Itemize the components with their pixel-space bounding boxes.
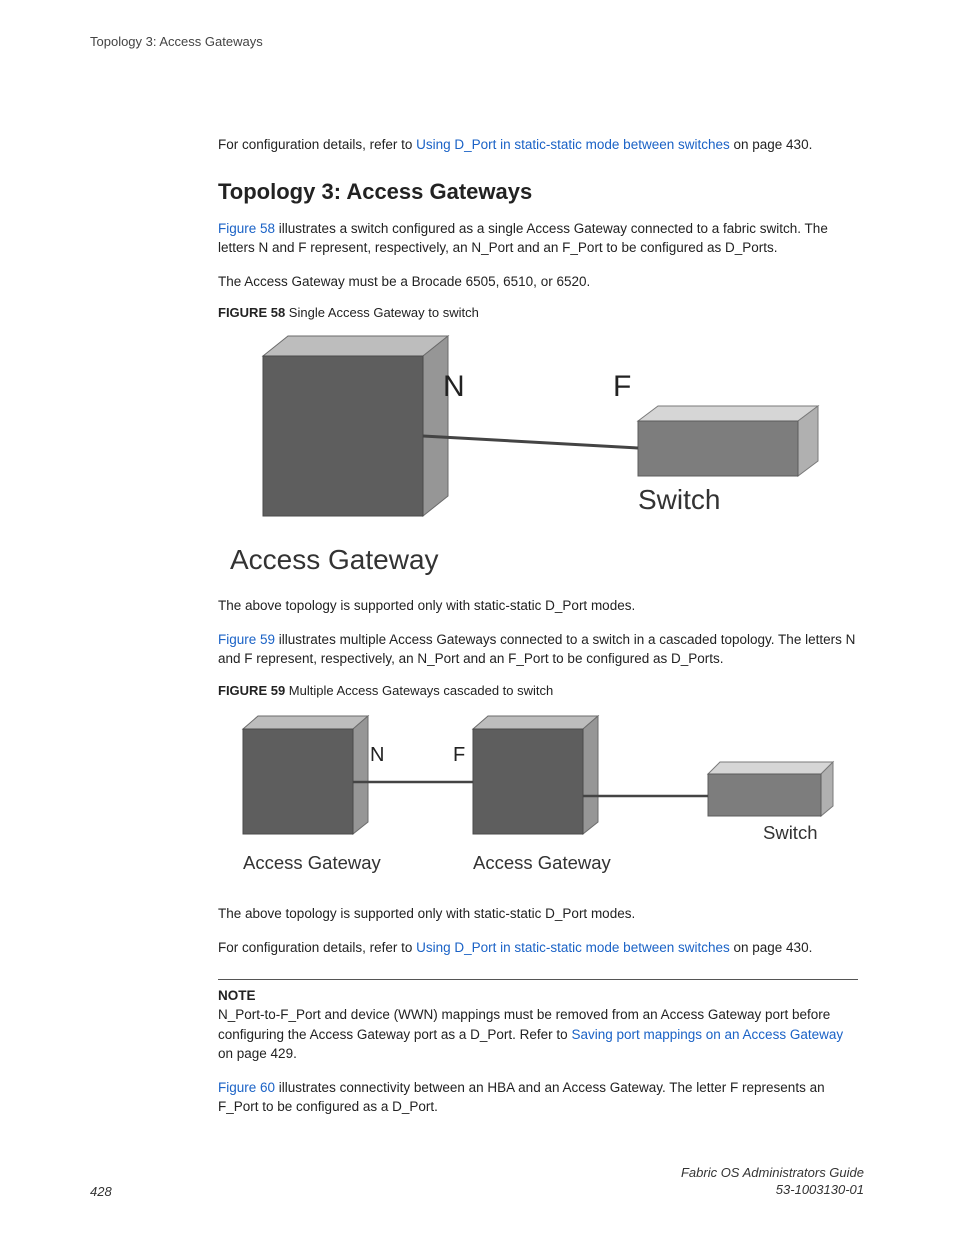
caption-label: FIGURE 59 (218, 683, 285, 698)
paragraph: The Access Gateway must be a Brocade 650… (218, 272, 858, 292)
label-switch: Switch (638, 484, 720, 516)
label-f: F (453, 744, 465, 767)
label-n: N (443, 370, 465, 404)
running-head: Topology 3: Access Gateways (90, 34, 864, 49)
section-heading: Topology 3: Access Gateways (218, 179, 858, 205)
footer-doc-number: 53-1003130-01 (776, 1182, 864, 1197)
text: illustrates multiple Access Gateways con… (218, 632, 855, 667)
page: Topology 3: Access Gateways For configur… (0, 0, 954, 1235)
text: For configuration details, refer to (218, 940, 416, 955)
text: illustrates a switch configured as a sin… (218, 221, 828, 256)
caption-text: Single Access Gateway to switch (285, 305, 479, 320)
link-figure-60[interactable]: Figure 60 (218, 1080, 275, 1095)
separator-line (218, 979, 858, 980)
page-footer: 428 Fabric OS Administrators Guide 53-10… (90, 1164, 864, 1199)
access-gateway-cube-1-icon (243, 716, 368, 834)
text: illustrates connectivity between an HBA … (218, 1080, 825, 1115)
content-area: For configuration details, refer to Usin… (218, 135, 858, 1117)
text: on page 430. (730, 137, 813, 152)
text: on page 429. (218, 1046, 297, 1061)
paragraph: Figure 58 illustrates a switch configure… (218, 219, 858, 258)
label-n: N (370, 744, 384, 767)
figure-59-diagram: N F Switch Access Gateway Access Gateway (218, 704, 858, 894)
figure-58-diagram: N F Switch Access Gateway (218, 326, 858, 586)
label-access-gateway: Access Gateway (230, 544, 439, 576)
access-gateway-cube-icon (263, 336, 448, 516)
label-access-gateway-1: Access Gateway (243, 852, 381, 874)
note-paragraph: N_Port-to-F_Port and device (WWN) mappin… (218, 1005, 858, 1064)
figure-59-caption: FIGURE 59 Multiple Access Gateways casca… (218, 683, 858, 698)
link-figure-59[interactable]: Figure 59 (218, 632, 275, 647)
paragraph: Figure 59 illustrates multiple Access Ga… (218, 630, 858, 669)
switch-cube-icon (638, 406, 818, 476)
label-switch: Switch (763, 822, 818, 844)
link-line-icon (423, 436, 638, 448)
note-label: NOTE (218, 988, 858, 1003)
page-number: 428 (90, 1184, 112, 1199)
paragraph: The above topology is supported only wit… (218, 904, 858, 924)
access-gateway-cube-2-icon (473, 716, 598, 834)
caption-label: FIGURE 58 (218, 305, 285, 320)
switch-cube-icon (708, 762, 833, 816)
link-static-mode-2[interactable]: Using D_Port in static-static mode betwe… (416, 940, 730, 955)
caption-text: Multiple Access Gateways cascaded to swi… (285, 683, 553, 698)
link-static-mode-1[interactable]: Using D_Port in static-static mode betwe… (416, 137, 730, 152)
figure-58-caption: FIGURE 58 Single Access Gateway to switc… (218, 305, 858, 320)
paragraph: For configuration details, refer to Usin… (218, 938, 858, 958)
paragraph: The above topology is supported only wit… (218, 596, 858, 616)
link-figure-58[interactable]: Figure 58 (218, 221, 275, 236)
label-f: F (613, 370, 631, 404)
intro-paragraph: For configuration details, refer to Usin… (218, 135, 858, 155)
text: on page 430. (730, 940, 813, 955)
text: For configuration details, refer to (218, 137, 416, 152)
paragraph: Figure 60 illustrates connectivity betwe… (218, 1078, 858, 1117)
label-access-gateway-2: Access Gateway (473, 852, 611, 874)
footer-title: Fabric OS Administrators Guide (681, 1165, 864, 1180)
footer-text: Fabric OS Administrators Guide 53-100313… (681, 1164, 864, 1199)
link-saving-mappings[interactable]: Saving port mappings on an Access Gatewa… (571, 1027, 843, 1042)
